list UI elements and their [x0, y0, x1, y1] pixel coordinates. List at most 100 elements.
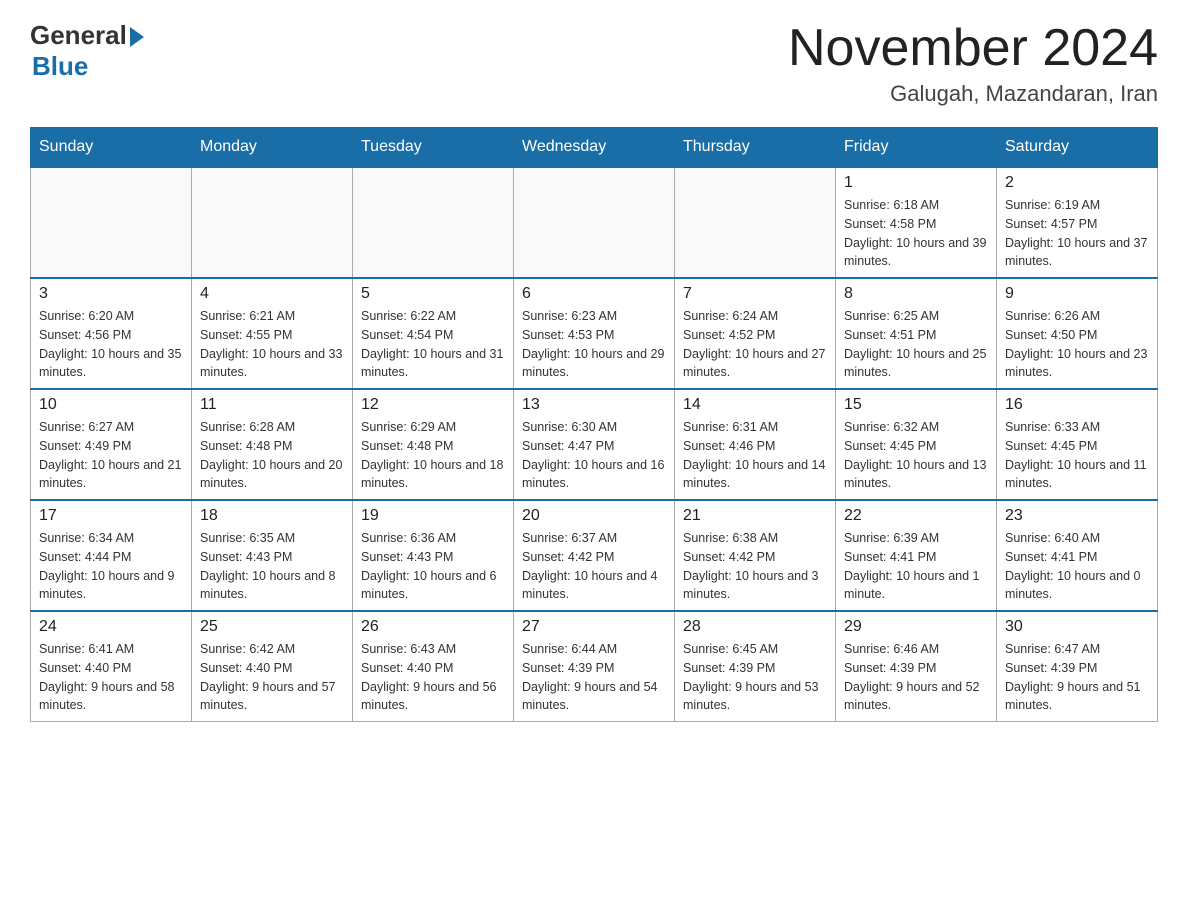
calendar-cell — [514, 167, 675, 278]
calendar-cell: 28 Sunrise: 6:45 AMSunset: 4:39 PMDayligh… — [675, 611, 836, 722]
day-info: Sunrise: 6:44 AMSunset: 4:39 PMDaylight:… — [522, 640, 666, 715]
logo: General Blue — [30, 20, 144, 82]
calendar-cell — [353, 167, 514, 278]
day-info: Sunrise: 6:27 AMSunset: 4:49 PMDaylight:… — [39, 418, 183, 493]
day-number: 30 — [1005, 618, 1149, 636]
calendar-cell: 16 Sunrise: 6:33 AMSunset: 4:45 PMDayligh… — [997, 389, 1158, 500]
weekday-header-row: SundayMondayTuesdayWednesdayThursdayFrid… — [31, 128, 1158, 168]
calendar-cell: 22 Sunrise: 6:39 AMSunset: 4:41 PMDayligh… — [836, 500, 997, 611]
day-info: Sunrise: 6:26 AMSunset: 4:50 PMDaylight:… — [1005, 307, 1149, 382]
calendar-cell: 12 Sunrise: 6:29 AMSunset: 4:48 PMDayligh… — [353, 389, 514, 500]
weekday-header-monday: Monday — [192, 128, 353, 168]
calendar-cell: 27 Sunrise: 6:44 AMSunset: 4:39 PMDayligh… — [514, 611, 675, 722]
day-info: Sunrise: 6:39 AMSunset: 4:41 PMDaylight:… — [844, 529, 988, 604]
day-info: Sunrise: 6:45 AMSunset: 4:39 PMDaylight:… — [683, 640, 827, 715]
calendar-cell: 15 Sunrise: 6:32 AMSunset: 4:45 PMDayligh… — [836, 389, 997, 500]
day-number: 22 — [844, 507, 988, 525]
day-number: 15 — [844, 396, 988, 414]
calendar-cell: 4Sunrise: 6:21 AMSunset: 4:55 PMDaylight… — [192, 278, 353, 389]
day-number: 9 — [1005, 285, 1149, 303]
calendar-cell: 18 Sunrise: 6:35 AMSunset: 4:43 PMDayligh… — [192, 500, 353, 611]
calendar-cell: 25 Sunrise: 6:42 AMSunset: 4:40 PMDayligh… — [192, 611, 353, 722]
day-number: 8 — [844, 285, 988, 303]
calendar-cell: 2Sunrise: 6:19 AMSunset: 4:57 PMDaylight… — [997, 167, 1158, 278]
weekday-header-saturday: Saturday — [997, 128, 1158, 168]
weekday-header-thursday: Thursday — [675, 128, 836, 168]
calendar-cell: 1 Sunrise: 6:18 AMSunset: 4:58 PMDaylight… — [836, 167, 997, 278]
day-info: Sunrise: 6:33 AMSunset: 4:45 PMDaylight:… — [1005, 418, 1149, 493]
day-number: 18 — [200, 507, 344, 525]
day-number: 3 — [39, 285, 183, 303]
calendar-cell: 5 Sunrise: 6:22 AMSunset: 4:54 PMDaylight… — [353, 278, 514, 389]
day-info: Sunrise: 6:38 AMSunset: 4:42 PMDaylight:… — [683, 529, 827, 604]
day-info: Sunrise: 6:47 AMSunset: 4:39 PMDaylight:… — [1005, 640, 1149, 715]
calendar-cell: 17Sunrise: 6:34 AMSunset: 4:44 PMDayligh… — [31, 500, 192, 611]
day-number: 10 — [39, 396, 183, 414]
calendar-cell: 14 Sunrise: 6:31 AMSunset: 4:46 PMDayligh… — [675, 389, 836, 500]
day-info: Sunrise: 6:40 AMSunset: 4:41 PMDaylight:… — [1005, 529, 1149, 604]
weekday-header-sunday: Sunday — [31, 128, 192, 168]
location-subtitle: Galugah, Mazandaran, Iran — [788, 81, 1158, 107]
day-info: Sunrise: 6:29 AMSunset: 4:48 PMDaylight:… — [361, 418, 505, 493]
calendar-cell: 11Sunrise: 6:28 AMSunset: 4:48 PMDayligh… — [192, 389, 353, 500]
week-row-3: 10 Sunrise: 6:27 AMSunset: 4:49 PMDayligh… — [31, 389, 1158, 500]
weekday-header-friday: Friday — [836, 128, 997, 168]
calendar-cell: 10 Sunrise: 6:27 AMSunset: 4:49 PMDayligh… — [31, 389, 192, 500]
day-number: 25 — [200, 618, 344, 636]
day-number: 29 — [844, 618, 988, 636]
day-number: 23 — [1005, 507, 1149, 525]
day-number: 20 — [522, 507, 666, 525]
calendar-cell: 23 Sunrise: 6:40 AMSunset: 4:41 PMDayligh… — [997, 500, 1158, 611]
calendar-cell: 13Sunrise: 6:30 AMSunset: 4:47 PMDayligh… — [514, 389, 675, 500]
day-info: Sunrise: 6:22 AMSunset: 4:54 PMDaylight:… — [361, 307, 505, 382]
month-title: November 2024 — [788, 20, 1158, 77]
day-info: Sunrise: 6:32 AMSunset: 4:45 PMDaylight:… — [844, 418, 988, 493]
calendar-cell: 30 Sunrise: 6:47 AMSunset: 4:39 PMDayligh… — [997, 611, 1158, 722]
day-number: 14 — [683, 396, 827, 414]
week-row-1: 1 Sunrise: 6:18 AMSunset: 4:58 PMDaylight… — [31, 167, 1158, 278]
day-number: 28 — [683, 618, 827, 636]
day-info: Sunrise: 6:46 AMSunset: 4:39 PMDaylight:… — [844, 640, 988, 715]
calendar-cell — [31, 167, 192, 278]
day-number: 24 — [39, 618, 183, 636]
calendar-cell: 29 Sunrise: 6:46 AMSunset: 4:39 PMDayligh… — [836, 611, 997, 722]
day-number: 26 — [361, 618, 505, 636]
title-area: November 2024 Galugah, Mazandaran, Iran — [788, 20, 1158, 107]
day-info: Sunrise: 6:31 AMSunset: 4:46 PMDaylight:… — [683, 418, 827, 493]
day-number: 16 — [1005, 396, 1149, 414]
calendar-cell: 7Sunrise: 6:24 AMSunset: 4:52 PMDaylight… — [675, 278, 836, 389]
calendar-cell: 6Sunrise: 6:23 AMSunset: 4:53 PMDaylight… — [514, 278, 675, 389]
day-number: 12 — [361, 396, 505, 414]
calendar-cell: 19Sunrise: 6:36 AMSunset: 4:43 PMDayligh… — [353, 500, 514, 611]
weekday-header-wednesday: Wednesday — [514, 128, 675, 168]
day-number: 5 — [361, 285, 505, 303]
page-header: General Blue November 2024 Galugah, Maza… — [30, 20, 1158, 107]
day-info: Sunrise: 6:34 AMSunset: 4:44 PMDaylight:… — [39, 529, 183, 604]
calendar-cell: 24Sunrise: 6:41 AMSunset: 4:40 PMDayligh… — [31, 611, 192, 722]
calendar-cell — [675, 167, 836, 278]
day-info: Sunrise: 6:28 AMSunset: 4:48 PMDaylight:… — [200, 418, 344, 493]
week-row-5: 24Sunrise: 6:41 AMSunset: 4:40 PMDayligh… — [31, 611, 1158, 722]
calendar-cell: 3Sunrise: 6:20 AMSunset: 4:56 PMDaylight… — [31, 278, 192, 389]
day-number: 7 — [683, 285, 827, 303]
calendar-cell: 26Sunrise: 6:43 AMSunset: 4:40 PMDayligh… — [353, 611, 514, 722]
calendar-cell: 20 Sunrise: 6:37 AMSunset: 4:42 PMDayligh… — [514, 500, 675, 611]
day-info: Sunrise: 6:42 AMSunset: 4:40 PMDaylight:… — [200, 640, 344, 715]
day-number: 13 — [522, 396, 666, 414]
day-info: Sunrise: 6:18 AMSunset: 4:58 PMDaylight:… — [844, 196, 988, 271]
calendar-cell — [192, 167, 353, 278]
day-info: Sunrise: 6:35 AMSunset: 4:43 PMDaylight:… — [200, 529, 344, 604]
week-row-4: 17Sunrise: 6:34 AMSunset: 4:44 PMDayligh… — [31, 500, 1158, 611]
day-info: Sunrise: 6:36 AMSunset: 4:43 PMDaylight:… — [361, 529, 505, 604]
logo-blue-text: Blue — [32, 51, 88, 82]
day-number: 1 — [844, 174, 988, 192]
day-number: 21 — [683, 507, 827, 525]
day-info: Sunrise: 6:37 AMSunset: 4:42 PMDaylight:… — [522, 529, 666, 604]
week-row-2: 3Sunrise: 6:20 AMSunset: 4:56 PMDaylight… — [31, 278, 1158, 389]
day-number: 27 — [522, 618, 666, 636]
calendar-cell: 8Sunrise: 6:25 AMSunset: 4:51 PMDaylight… — [836, 278, 997, 389]
day-number: 2 — [1005, 174, 1149, 192]
day-info: Sunrise: 6:23 AMSunset: 4:53 PMDaylight:… — [522, 307, 666, 382]
day-number: 4 — [200, 285, 344, 303]
logo-arrow-icon — [130, 27, 144, 47]
